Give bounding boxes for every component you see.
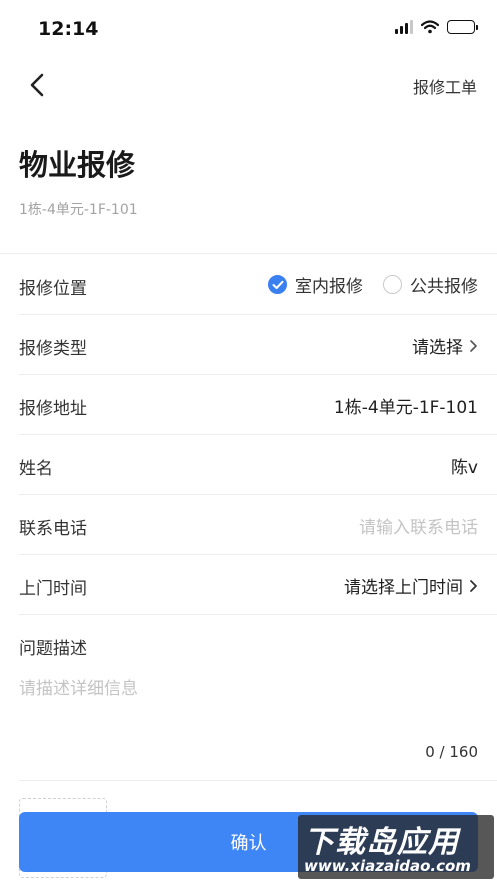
- repair-orders-link[interactable]: 报修工单: [413, 74, 477, 98]
- repair-type-row[interactable]: 报修类型 请选择: [19, 315, 497, 375]
- status-time: 12:14: [38, 18, 99, 40]
- radio-checked-icon: [268, 275, 287, 294]
- visit-time-select[interactable]: 请选择上门时间: [344, 573, 478, 598]
- status-bar: 12:14: [0, 0, 497, 60]
- page-title: 物业报修: [19, 148, 136, 182]
- phone-label: 联系电话: [19, 519, 87, 539]
- radio-public-label: 公共报修: [410, 277, 478, 297]
- status-icons: [395, 20, 478, 34]
- chevron-right-icon: [470, 579, 477, 592]
- name-row: 姓名 陈v: [19, 435, 497, 495]
- chevron-right-icon: [470, 339, 477, 352]
- repair-address-label: 报修地址: [19, 399, 87, 419]
- back-button[interactable]: [20, 70, 54, 100]
- description-textarea[interactable]: [19, 674, 474, 734]
- chevron-left-icon: [30, 73, 44, 97]
- name-value: 陈v: [450, 458, 478, 478]
- cellular-signal-icon: [395, 20, 413, 34]
- watermark-title: 下载岛应用: [304, 825, 459, 860]
- radio-indoor-label: 室内报修: [295, 277, 363, 297]
- battery-icon: [447, 20, 478, 34]
- repair-type-label: 报修类型: [19, 339, 87, 359]
- repair-location-radio-group: 室内报修 公共报修: [268, 272, 478, 297]
- description-char-counter: 0 / 160: [425, 743, 478, 761]
- phone-row: 联系电话 请输入联系电话: [19, 495, 497, 555]
- repair-location-label: 报修位置: [19, 279, 87, 299]
- visit-time-row[interactable]: 上门时间 请选择上门时间: [19, 555, 497, 615]
- page-subtitle: 1栋-4单元-1F-101: [19, 202, 138, 218]
- repair-location-row: 报修位置 室内报修 公共报修: [19, 255, 497, 315]
- repair-address-row: 报修地址 1栋-4单元-1F-101: [19, 375, 497, 435]
- radio-indoor-repair[interactable]: 室内报修: [268, 272, 363, 297]
- watermark: 下载岛应用 www.xiazaidao.com: [298, 815, 494, 879]
- repair-type-select[interactable]: 请选择: [412, 333, 478, 358]
- section-divider: [0, 253, 497, 254]
- wifi-icon: [421, 20, 439, 34]
- repair-address-value: 1栋-4单元-1F-101: [333, 398, 478, 418]
- radio-unchecked-icon: [383, 275, 402, 294]
- description-block: 问题描述 0 / 160: [19, 617, 497, 781]
- repair-type-value: 请选择: [412, 338, 463, 358]
- description-label: 问题描述: [19, 639, 87, 659]
- visit-time-label: 上门时间: [19, 579, 87, 599]
- visit-time-value: 请选择上门时间: [344, 578, 463, 598]
- nav-bar: 报修工单: [0, 62, 497, 108]
- phone-input[interactable]: 请输入联系电话: [359, 513, 478, 538]
- watermark-url: www.xiazaidao.com: [304, 857, 471, 875]
- name-label: 姓名: [19, 459, 53, 479]
- radio-public-repair[interactable]: 公共报修: [383, 272, 478, 297]
